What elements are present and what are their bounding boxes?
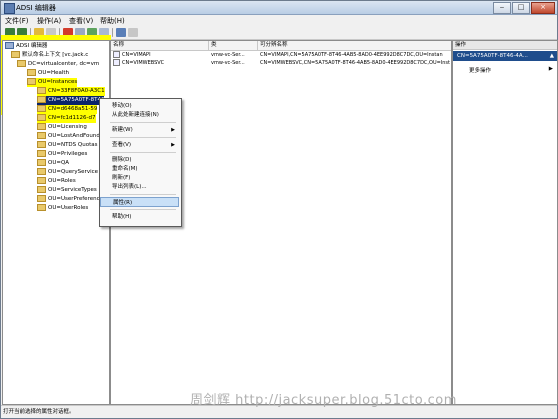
ctx-new[interactable]: 新建(W) ▶ (100, 125, 179, 135)
adsi-editor-window: ADSI 编辑器 ‒ □ × 文件(F) 操作(A) 查看(V) 帮助(H) ADS… (0, 0, 558, 419)
tree-item[interactable]: DC=virtualcenter, dc=vm (17, 60, 99, 69)
menu-bar: 文件(F) 操作(A) 查看(V) 帮助(H) (1, 15, 557, 26)
menu-separator (110, 209, 176, 210)
row-class: vmw-vc-Ser... (211, 52, 245, 58)
tree-item[interactable]: OU=QueryService (37, 168, 98, 177)
object-icon (113, 51, 120, 58)
window-title: ADSI 编辑器 (16, 4, 56, 12)
folder-icon (27, 69, 36, 76)
folder-icon (37, 186, 46, 193)
chevron-right-icon: ▶ (548, 66, 553, 72)
tree-item[interactable]: OU=Health (27, 69, 69, 78)
menu-separator (110, 122, 176, 123)
maximize-button[interactable]: □ (512, 2, 530, 14)
ctx-new-connection[interactable]: 从此处新建连接(N) (100, 110, 179, 120)
tree-item[interactable]: OU=ServiceTypes (37, 186, 97, 195)
folder-icon (37, 87, 46, 94)
actions-pane: 操作 CN=5A75A0TF-8T46-4A... ▲ 更多操作 ▶ (452, 40, 558, 405)
folder-icon (37, 168, 46, 175)
actions-selected-object[interactable]: CN=5A75A0TF-8T46-4A... ▲ (453, 51, 557, 61)
folder-icon (37, 195, 46, 202)
folder-icon (37, 96, 46, 103)
adsi-root-icon (5, 42, 14, 49)
ctx-export-list[interactable]: 导出列表(L)... (100, 182, 179, 192)
tree-item[interactable]: OU=Roles (37, 177, 76, 186)
menu-separator (110, 194, 176, 195)
context-menu: 移动(O) 从此处新建连接(N) 新建(W) ▶ 查看(V) ▶ 删除(D) 重命名… (99, 98, 182, 227)
ctx-help[interactable]: 帮助(H) (100, 212, 179, 222)
folder-icon (17, 60, 26, 67)
row-dn: CN=VIMAPI,CN=5A75A0TF-8T46-4AB5-8AD0-4EE… (260, 52, 443, 58)
collapse-icon: ▲ (549, 53, 554, 59)
folder-icon (37, 114, 46, 121)
object-icon (113, 59, 120, 66)
tree-item[interactable]: OU=QA (37, 159, 69, 168)
close-button[interactable]: × (531, 2, 555, 14)
tree-item[interactable]: CN=fc1d1126-d7 (37, 114, 96, 123)
menu-help[interactable]: 帮助(H) (100, 16, 125, 26)
folder-icon (37, 177, 46, 184)
row-dn: CN=VIMWEBSVC,CN=5A75A0TF-8T46-4AB5-8AD0-… (260, 60, 450, 66)
column-header-name[interactable]: 名称 (111, 41, 209, 51)
folder-icon (37, 132, 46, 139)
submenu-arrow-icon: ▶ (171, 142, 175, 148)
submenu-arrow-icon: ▶ (171, 127, 175, 133)
folder-icon (37, 150, 46, 157)
ctx-properties[interactable]: 属性(R) (100, 197, 179, 207)
folder-icon (37, 159, 46, 166)
actions-header: 操作 (453, 41, 557, 50)
tree-item[interactable]: OU=NTDS Quotas (37, 141, 97, 150)
column-header-class[interactable]: 类 (209, 41, 258, 51)
tree-pane: ADSI 编辑器 默认命名上下文 [vc.jack.c DC=virtualce… (2, 40, 110, 405)
row-name: CN=VIMAPI (113, 51, 208, 59)
show-action-pane-icon[interactable] (128, 28, 138, 37)
tree-root[interactable]: ADSI 编辑器 (5, 42, 47, 51)
folder-icon (37, 105, 46, 112)
minimize-button[interactable]: ‒ (493, 2, 511, 14)
folder-icon (27, 78, 36, 85)
menu-file[interactable]: 文件(F) (5, 16, 29, 26)
window-controls: ‒ □ × (492, 2, 555, 14)
tree-item[interactable]: OU=LostAndFound (37, 132, 100, 141)
tree-item[interactable]: CN=d6468a51-59 (37, 105, 98, 114)
folder-icon (11, 51, 20, 58)
title-bar: ADSI 编辑器 ‒ □ × (1, 1, 557, 15)
ctx-view[interactable]: 查看(V) ▶ (100, 140, 179, 150)
row-class: vmw-vc-Ser... (211, 60, 245, 66)
tree-item[interactable]: OU=Privileges (37, 150, 87, 159)
folder-icon (37, 141, 46, 148)
row-name: CN=VIMWEBSVC (113, 59, 208, 67)
more-actions[interactable]: 更多操作 (469, 66, 491, 74)
menu-view[interactable]: 查看(V) (69, 16, 93, 26)
folder-icon (37, 123, 46, 130)
toolbar-separator (112, 28, 113, 37)
folder-icon (37, 204, 46, 211)
menu-separator (110, 152, 176, 153)
tree-item[interactable]: OU=UserRoles (37, 204, 88, 213)
tree-item[interactable]: OU=Instances (27, 78, 78, 87)
tree-item[interactable]: 默认命名上下文 [vc.jack.c (11, 51, 88, 60)
watermark: 周剑辉 http://jacksuper.blog.51cto.com (190, 393, 457, 408)
tree-item[interactable]: CN=33F8F0A0-A3C1 (37, 87, 105, 96)
menu-separator (110, 137, 176, 138)
menu-action[interactable]: 操作(A) (37, 16, 61, 26)
column-header-dn[interactable]: 可分辨名称 (258, 41, 451, 51)
tree-item-selected[interactable]: CN=5A75A0TF-8T46 (37, 96, 105, 105)
tree-item[interactable]: OU=Licensing (37, 123, 87, 132)
help-icon[interactable] (116, 28, 126, 37)
app-icon (4, 3, 15, 14)
tree-item[interactable]: OU=UserPreference (37, 195, 103, 204)
